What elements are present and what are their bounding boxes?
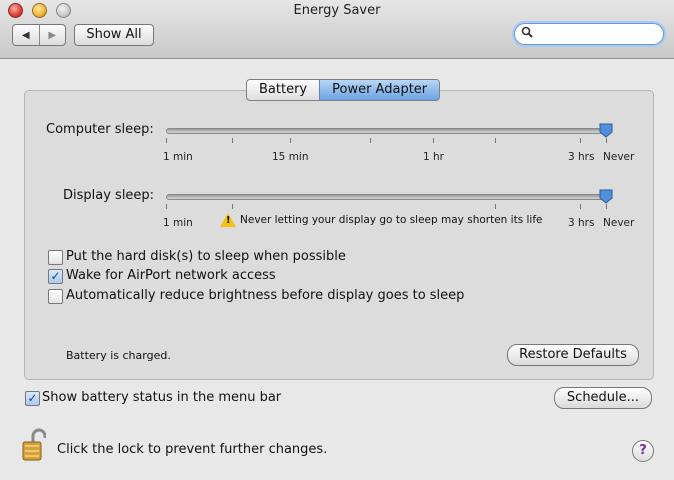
tick-label: 1 min (163, 217, 193, 229)
display-sleep-warning: ! Never letting your display go to sleep… (220, 213, 543, 227)
reduce-brightness-label: Automatically reduce brightness before d… (66, 288, 465, 303)
tick (370, 138, 371, 143)
tick (606, 138, 607, 143)
lock-message: Click the lock to prevent further change… (57, 442, 328, 457)
display-sleep-label: Display sleep: (63, 188, 155, 203)
tick-label: 1 hr (423, 151, 444, 163)
tick (166, 204, 167, 209)
display-sleep-slider[interactable] (166, 194, 610, 200)
search-icon (521, 26, 533, 42)
tick-label: Never (603, 217, 635, 229)
search-field[interactable] (514, 23, 664, 45)
tick (232, 138, 233, 143)
computer-sleep-slider[interactable] (166, 128, 610, 134)
tick (495, 204, 496, 209)
tick (166, 138, 167, 143)
energy-saver-window: Energy Saver ◀ ▶ Show All Battery Power … (0, 0, 674, 480)
help-button[interactable]: ? (632, 440, 654, 462)
tab-battery[interactable]: Battery (247, 80, 319, 100)
tick-label: 15 min (272, 151, 309, 163)
battery-status-text: Battery is charged. (66, 349, 171, 362)
tick-label: 1 min (163, 151, 193, 163)
tick (580, 138, 581, 143)
hard-disk-sleep-checkbox[interactable] (48, 250, 63, 265)
tab-bar: Battery Power Adapter (246, 79, 441, 101)
schedule-button[interactable]: Schedule... (554, 387, 652, 409)
tick (290, 138, 291, 143)
back-button[interactable]: ◀ (13, 25, 39, 45)
tick-label: 3 hrs (568, 217, 595, 229)
wake-airport-checkbox[interactable]: ✓ (48, 269, 63, 284)
forward-button[interactable]: ▶ (38, 25, 66, 45)
restore-defaults-button[interactable]: Restore Defaults (507, 344, 639, 366)
computer-sleep-label: Computer sleep: (46, 122, 154, 137)
warning-text: Never letting your display go to sleep m… (240, 214, 543, 226)
display-sleep-slider-thumb[interactable] (599, 189, 613, 204)
tick-label: Never (603, 151, 635, 163)
tick (606, 204, 607, 209)
show-all-button[interactable]: Show All (74, 24, 154, 46)
tab-power-adapter[interactable]: Power Adapter (319, 80, 440, 100)
tick (495, 138, 496, 143)
tick (232, 204, 233, 209)
tick (433, 138, 434, 143)
reduce-brightness-checkbox[interactable] (48, 289, 63, 304)
show-battery-status-checkbox[interactable]: ✓ (25, 391, 40, 406)
warning-icon: ! (220, 213, 236, 227)
hard-disk-sleep-label: Put the hard disk(s) to sleep when possi… (66, 249, 346, 264)
toolbar: Energy Saver ◀ ▶ Show All (0, 0, 674, 59)
wake-airport-label: Wake for AirPort network access (66, 268, 276, 283)
window-title: Energy Saver (293, 3, 381, 18)
computer-sleep-slider-thumb[interactable] (599, 123, 613, 138)
tick-label: 3 hrs (568, 151, 595, 163)
tick (580, 204, 581, 209)
show-battery-status-label: Show battery status in the menu bar (42, 390, 282, 405)
nav-back-forward: ◀ ▶ (12, 24, 66, 46)
lock-icon[interactable] (22, 428, 46, 462)
